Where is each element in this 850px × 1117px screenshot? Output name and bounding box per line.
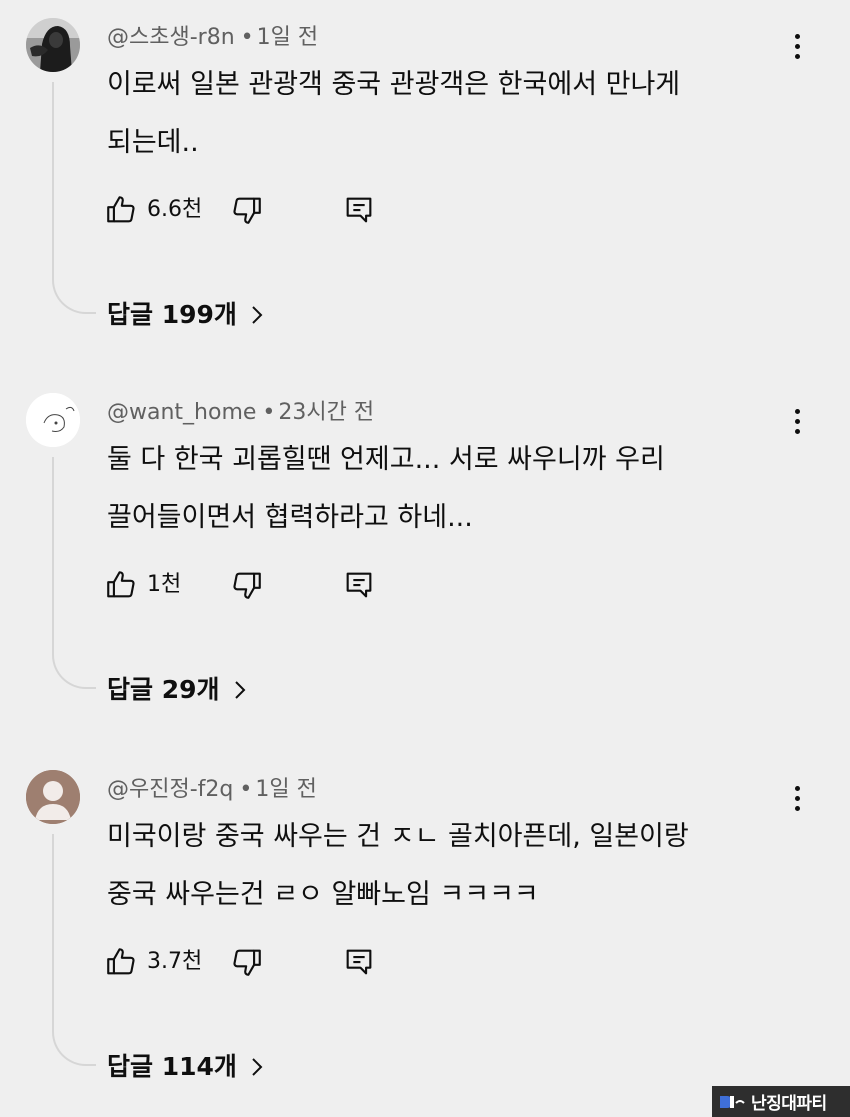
comment-1: @스초생-r8n • 1일 전 이로써 일본 관광객 중국 관광객은 한국에서 만나… (0, 0, 850, 360)
dark-photo-avatar-icon (26, 18, 80, 72)
avatar[interactable] (26, 770, 80, 824)
author-handle[interactable]: @스초생-r8n (107, 25, 235, 50)
comment-text-line: 이로써 일본 관광객 중국 관광객은 한국에서 만나게 (107, 69, 681, 100)
comment-text-line: 되는데.. (107, 127, 199, 158)
comment-3: @우진정-f2q • 1일 전 미국이랑 중국 싸우는 건 ㅈㄴ 골치아픈데, 일본… (0, 752, 850, 1112)
replies-label: 답글 199개 (107, 300, 237, 329)
thread-line (52, 457, 96, 689)
chevron-right-icon (252, 1058, 263, 1076)
reply-icon (346, 197, 372, 223)
comment-meta: @want_home • 23시간 전 (107, 398, 374, 428)
more-vert-icon-dot (794, 408, 800, 414)
comment-text: 이로써 일본 관광객 중국 관광객은 한국에서 만나게 되는데.. (107, 56, 747, 172)
replies-label: 답글 114개 (107, 1052, 237, 1081)
comment-text: 미국이랑 중국 싸우는 건 ㅈㄴ 골치아픈데, 일본이랑 중국 싸우는건 ㄹㅇ … (107, 808, 747, 924)
more-vert-icon-dot (794, 795, 800, 801)
comment-actions: 1천 (104, 563, 404, 607)
comment-meta: @우진정-f2q • 1일 전 (107, 775, 317, 805)
comment-text-line: 둘 다 한국 괴롭힐땐 언제고... 서로 싸우니까 우리 (107, 444, 665, 475)
more-vert-icon-dot (794, 805, 800, 811)
thumbs-up-icon (107, 196, 135, 223)
comment-menu-button[interactable] (780, 26, 814, 66)
comment-text: 둘 다 한국 괴롭힐땐 언제고... 서로 싸우니까 우리 끌어들이면서 협력하… (107, 431, 747, 547)
reply-icon (346, 572, 372, 598)
more-vert-icon-dot (794, 43, 800, 49)
watermark-logo-icon (720, 1095, 745, 1108)
more-vert-icon-dot (794, 428, 800, 434)
comment-text-line: 중국 싸우는건 ㄹㅇ 알빠노임 ㅋㅋㅋㅋ (107, 879, 539, 910)
more-vert-icon-dot (794, 785, 800, 791)
thumbs-up-icon (107, 571, 135, 598)
thread-line (52, 834, 96, 1066)
avatar[interactable] (26, 18, 80, 72)
like-count: 3.7천 (147, 949, 203, 974)
like-button[interactable]: 6.6천 (104, 188, 202, 232)
meta-separator: • (262, 400, 276, 425)
default-person-avatar-icon (26, 770, 80, 824)
like-button[interactable]: 1천 (104, 563, 181, 607)
comment-actions: 3.7천 (104, 940, 404, 984)
thumbs-down-icon (233, 197, 261, 224)
like-count: 6.6천 (147, 197, 203, 222)
comment-menu-button[interactable] (780, 401, 814, 441)
thumbs-down-icon (233, 572, 261, 599)
comment-text-line: 끌어들이면서 협력하라고 하네... (107, 502, 473, 533)
like-count: 1천 (147, 572, 182, 597)
reply-button[interactable] (342, 188, 376, 232)
reply-icon (346, 949, 372, 975)
comment-time: 1일 전 (256, 25, 319, 50)
watermark: 난징대파티 (712, 1086, 850, 1117)
meta-separator: • (239, 777, 253, 802)
dislike-button[interactable] (230, 188, 264, 232)
thumbs-up-icon (107, 948, 135, 975)
avatar[interactable] (26, 393, 80, 447)
thumbs-down-icon (233, 949, 261, 976)
author-handle[interactable]: @우진정-f2q (107, 777, 233, 802)
comment-menu-button[interactable] (780, 778, 814, 818)
comment-time: 23시간 전 (278, 400, 375, 425)
more-vert-icon-dot (794, 53, 800, 59)
comment-actions: 6.6천 (104, 188, 404, 232)
comment-text-line: 미국이랑 중국 싸우는 건 ㅈㄴ 골치아픈데, 일본이랑 (107, 821, 689, 852)
meta-separator: • (240, 25, 254, 50)
dislike-button[interactable] (230, 563, 264, 607)
like-button[interactable]: 3.7천 (104, 940, 202, 984)
thread-line (52, 82, 96, 314)
author-handle[interactable]: @want_home (107, 400, 256, 425)
reply-button[interactable] (342, 940, 376, 984)
more-vert-icon-dot (794, 418, 800, 424)
chevron-right-icon (252, 306, 263, 324)
comment-meta: @스초생-r8n • 1일 전 (107, 23, 318, 53)
chevron-right-icon (234, 681, 245, 699)
reply-button[interactable] (342, 563, 376, 607)
replies-label: 답글 29개 (107, 675, 220, 704)
replies-toggle[interactable]: 답글 114개 (107, 1049, 265, 1085)
sketch-avatar-icon (26, 393, 80, 447)
comment-time: 1일 전 (255, 777, 317, 802)
replies-toggle[interactable]: 답글 199개 (107, 297, 265, 333)
replies-toggle[interactable]: 답글 29개 (107, 672, 248, 708)
comment-2: @want_home • 23시간 전 둘 다 한국 괴롭힐땐 언제고... 서로 … (0, 375, 850, 735)
dislike-button[interactable] (230, 940, 264, 984)
watermark-text: 난징대파티 (751, 1094, 827, 1114)
more-vert-icon-dot (794, 33, 800, 39)
